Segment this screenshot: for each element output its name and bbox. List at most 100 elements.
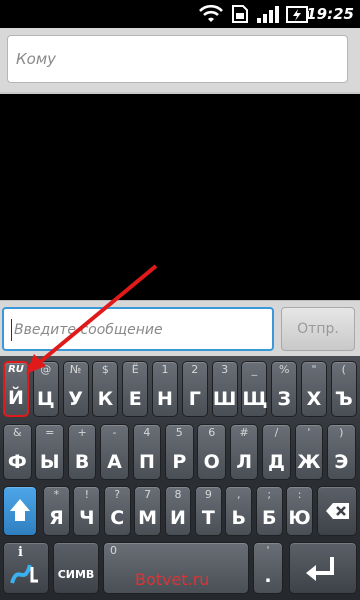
- key-label: П: [138, 451, 155, 473]
- key-label: Е: [128, 388, 142, 410]
- key-hint: Ё: [131, 363, 139, 376]
- key-hint: :: [297, 488, 302, 501]
- period-key-label: .: [264, 565, 272, 587]
- language-indicator: RU: [8, 364, 24, 375]
- key-hint: *: [53, 488, 60, 501]
- key-Л[interactable]: # Л: [229, 424, 259, 480]
- key-label: У: [68, 388, 83, 410]
- recipient-panel: Кому: [0, 28, 360, 94]
- key-label: Ь: [231, 507, 247, 529]
- key-Ы[interactable]: = Ы: [35, 424, 64, 480]
- sim-icon: [232, 5, 248, 23]
- key-И[interactable]: 8И: [164, 486, 192, 536]
- key-label: Ш: [212, 388, 237, 410]
- key-Ч[interactable]: ! Ч: [73, 486, 101, 536]
- conversation-area: [0, 94, 360, 300]
- key-Э[interactable]: ) Э: [327, 424, 356, 480]
- key-К[interactable]: $ К: [92, 361, 119, 417]
- key-hint: 6: [208, 426, 216, 439]
- send-button[interactable]: Отпр.: [281, 307, 355, 351]
- key-label: Т: [201, 507, 215, 529]
- key-label: Ч: [79, 507, 95, 529]
- key-label: Г: [188, 388, 201, 410]
- key-label: З: [277, 388, 291, 410]
- key-Ш[interactable]: 3Ш: [211, 361, 238, 417]
- key-hint: -: [112, 426, 117, 439]
- period-key-hint: ': [266, 544, 270, 557]
- settings-key[interactable]: i: [3, 542, 49, 594]
- key-label: С: [110, 507, 125, 529]
- key-label: Й: [8, 387, 24, 409]
- key-Ж[interactable]: ' Ж: [294, 424, 324, 480]
- key-hint: ?: [114, 488, 121, 501]
- key-Д[interactable]: / Д: [262, 424, 291, 480]
- key-Я[interactable]: * Я: [43, 486, 70, 536]
- key-В[interactable]: + В: [67, 424, 97, 480]
- key-Н[interactable]: 1Н: [152, 361, 178, 417]
- symbols-key[interactable]: СИМВ: [53, 542, 99, 594]
- key-Е[interactable]: ЁЕ: [122, 361, 149, 417]
- key-label: И: [170, 507, 186, 529]
- key-hint: 3: [221, 363, 229, 376]
- key-hint: 8: [174, 488, 182, 501]
- key-У[interactable]: № У: [62, 361, 89, 417]
- key-З[interactable]: % З: [271, 361, 298, 417]
- key-label: Р: [172, 451, 187, 473]
- key-label: Б: [261, 507, 277, 529]
- status-bar: 19:25: [0, 0, 360, 28]
- key-Х[interactable]: " Х: [301, 361, 327, 417]
- key-hint: ': [307, 426, 311, 439]
- key-label: Ъ: [334, 388, 353, 410]
- key-М[interactable]: 7М: [134, 486, 161, 536]
- key-Ц[interactable]: @ Ц: [32, 361, 59, 417]
- key-label: Х: [306, 388, 322, 410]
- wifi-icon: [199, 4, 223, 22]
- signal-icon: [257, 6, 279, 23]
- key-label: Л: [236, 451, 252, 473]
- key-Р[interactable]: 5Р: [165, 424, 194, 480]
- key-label: Ы: [39, 451, 60, 473]
- key-label: Ю: [288, 507, 311, 529]
- key-П[interactable]: 4П: [132, 424, 162, 480]
- backspace-icon: [326, 503, 349, 519]
- clock: 19:25: [306, 5, 354, 23]
- recipient-placeholder: Кому: [16, 50, 57, 68]
- key-label: К: [97, 388, 114, 410]
- key-hint: &: [13, 426, 22, 439]
- key-hint: ): [339, 426, 344, 439]
- key-Ъ[interactable]: (Ъ: [330, 361, 357, 417]
- key-hint: 7: [144, 488, 152, 501]
- key-Т[interactable]: 9Т: [195, 486, 222, 536]
- key-hint: 5: [175, 426, 183, 439]
- enter-key[interactable]: [289, 542, 357, 594]
- key-Б[interactable]: ; Б: [255, 486, 283, 536]
- key-label: О: [203, 451, 220, 473]
- key-Ю[interactable]: :Ю: [286, 486, 313, 536]
- key-А[interactable]: -А: [100, 424, 129, 480]
- recipient-input[interactable]: Кому: [7, 35, 348, 83]
- handwriting-icon: [10, 564, 38, 584]
- key-Щ[interactable]: _ Щ: [241, 361, 268, 417]
- key-label: Я: [49, 507, 64, 529]
- key-Ь[interactable]: ,Ь: [225, 486, 253, 536]
- key-Г[interactable]: 2Г: [181, 361, 208, 417]
- shift-key[interactable]: [3, 486, 37, 536]
- key-hint: ": [311, 363, 317, 376]
- key-О[interactable]: 6О: [197, 424, 226, 480]
- key-label: Ж: [297, 451, 321, 473]
- key-label: Д: [268, 451, 285, 473]
- key-hint: %: [278, 363, 290, 376]
- key-hint: =: [45, 426, 55, 439]
- key-Й[interactable]: RU Й: [3, 361, 29, 417]
- backspace-key[interactable]: [317, 486, 357, 536]
- key-hint: ,: [237, 488, 241, 501]
- message-input[interactable]: Введите сообщение: [2, 307, 274, 351]
- key-Ф[interactable]: & Ф: [3, 424, 32, 480]
- key-label: Ф: [7, 451, 27, 473]
- space-key-hint: 0: [110, 544, 117, 557]
- keyboard: RU Й @ Ц № У $ К Ё Е 1 Н 2 Г 3 Ш _ Щ% З " Х(Ъ & Ф = Ы + В - А 4 П 5 Р 6 О…: [0, 356, 360, 600]
- message-placeholder: Введите сообщение: [14, 322, 163, 338]
- key-hint: $: [101, 363, 109, 376]
- period-key[interactable]: ' .: [253, 542, 283, 594]
- key-С[interactable]: ? С: [103, 486, 131, 536]
